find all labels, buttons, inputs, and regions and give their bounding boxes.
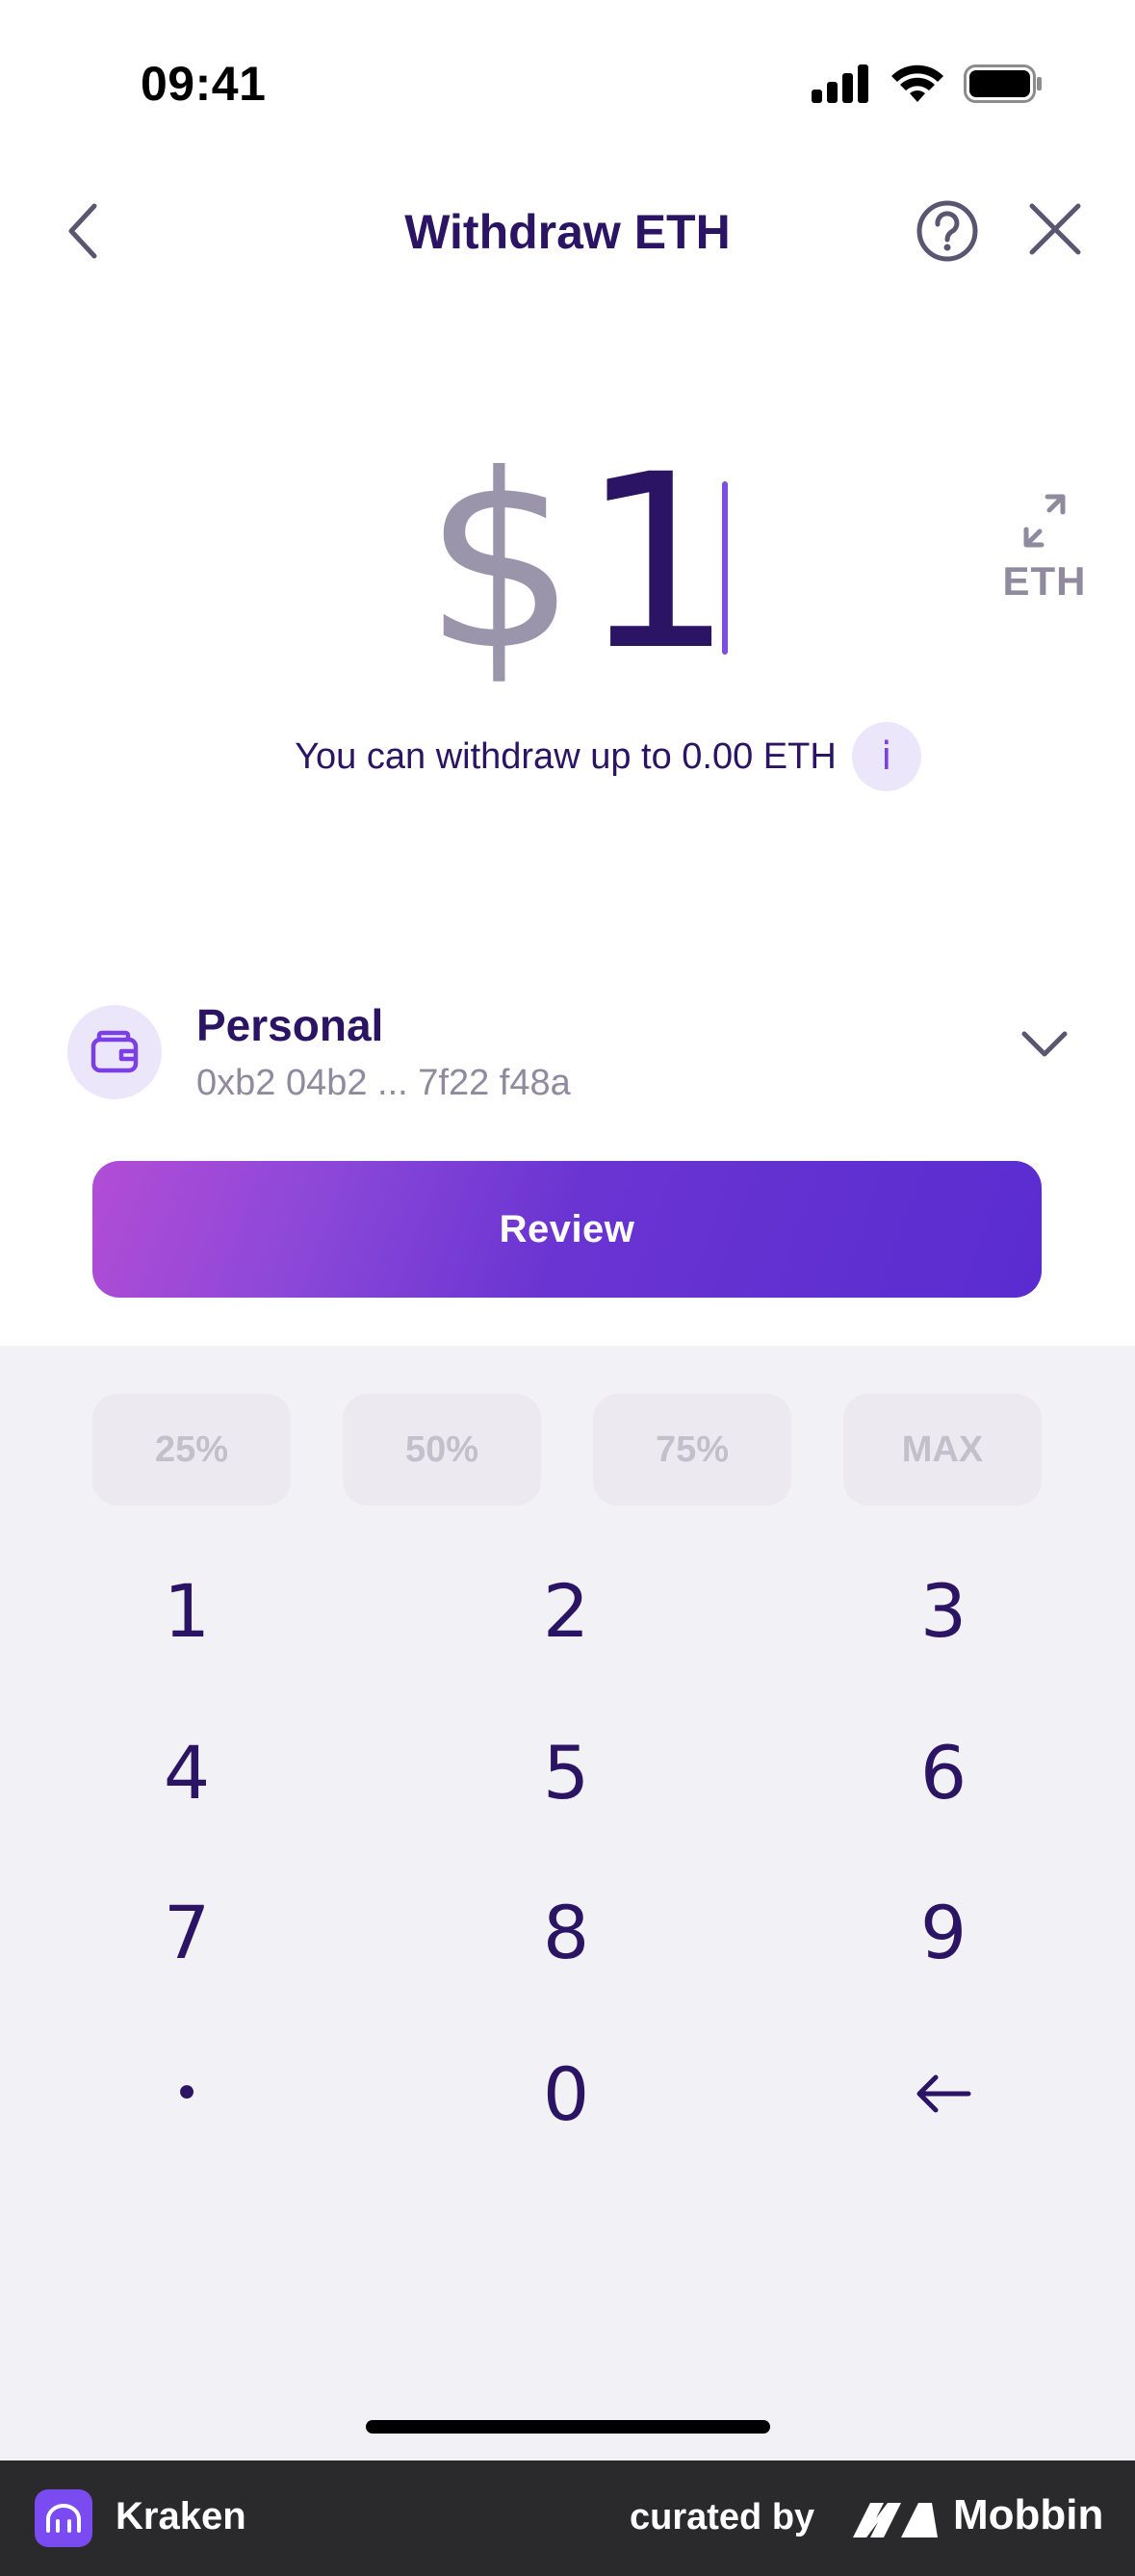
header: Withdraw ETH [0, 183, 1135, 279]
key-8[interactable]: 8 [470, 1860, 662, 2004]
amount-display[interactable]: $ 1 [424, 443, 734, 683]
cellular-signal-icon [812, 64, 868, 103]
withdraw-limit: You can withdraw up to 0.00 ETH i [0, 722, 1135, 791]
info-button[interactable]: i [851, 722, 921, 791]
wallet-icon-badge [67, 1005, 162, 1099]
currency-toggle-button[interactable]: ETH [992, 491, 1097, 626]
backspace-arrow-icon [916, 2074, 971, 2113]
review-button[interactable]: Review [92, 1161, 1042, 1298]
max-button[interactable]: MAX [843, 1394, 1042, 1506]
mobbin-logo-icon [851, 2495, 940, 2543]
percent-25-button[interactable]: 25% [92, 1394, 291, 1506]
currency-toggle-label: ETH [1002, 558, 1087, 604]
home-indicator [366, 2420, 770, 2434]
info-icon: i [881, 734, 892, 779]
key-decimal[interactable]: • [90, 2022, 283, 2166]
close-icon [1029, 203, 1081, 255]
help-button[interactable] [915, 198, 980, 264]
chevron-down-icon [1020, 1030, 1069, 1069]
text-caret [722, 481, 728, 655]
battery-icon [964, 64, 1042, 103]
status-bar: 09:41 [0, 0, 1135, 164]
key-1[interactable]: 1 [90, 1538, 283, 1683]
key-2[interactable]: 2 [470, 1538, 662, 1683]
keypad-area: 25% 50% 75% MAX 1 2 3 4 5 6 7 8 9 • 0 [0, 1346, 1135, 2460]
key-backspace[interactable] [847, 2022, 1040, 2166]
key-5[interactable]: 5 [470, 1700, 662, 1844]
amount-area: $ 1 ETH [0, 443, 1135, 683]
app-name: Kraken [116, 2495, 246, 2537]
wallet-name: Personal [196, 1000, 384, 1050]
swap-arrows-icon [1023, 494, 1066, 548]
kraken-logo-icon [35, 2489, 92, 2547]
key-6[interactable]: 6 [847, 1700, 1040, 1844]
percent-75-button[interactable]: 75% [593, 1394, 791, 1506]
amount-value: 1 [580, 423, 735, 703]
close-button[interactable] [1024, 198, 1086, 260]
percent-buttons: 25% 50% 75% MAX [92, 1394, 1042, 1506]
percent-50-button[interactable]: 50% [343, 1394, 541, 1506]
curator-name: Mobbin [953, 2491, 1104, 2538]
wifi-icon [891, 64, 943, 102]
key-7[interactable]: 7 [90, 1860, 283, 2004]
key-4[interactable]: 4 [90, 1700, 283, 1844]
currency-symbol: $ [424, 423, 578, 703]
footer-bar: Kraken curated by Mobbin [0, 2460, 1135, 2576]
key-0[interactable]: 0 [470, 2022, 662, 2166]
key-3[interactable]: 3 [847, 1538, 1040, 1683]
help-icon [916, 200, 978, 262]
wallet-icon [90, 1030, 139, 1073]
withdraw-limit-text: You can withdraw up to 0.00 ETH [295, 735, 837, 777]
key-9[interactable]: 9 [847, 1860, 1040, 2004]
curated-by-text: curated by [630, 2497, 815, 2537]
wallet-selector[interactable]: Personal 0xb2 04b2 ... 7f22 f48a [67, 992, 1069, 1117]
status-icons [812, 64, 1043, 104]
status-time: 09:41 [141, 57, 267, 111]
wallet-address: 0xb2 04b2 ... 7f22 f48a [196, 1063, 571, 1103]
